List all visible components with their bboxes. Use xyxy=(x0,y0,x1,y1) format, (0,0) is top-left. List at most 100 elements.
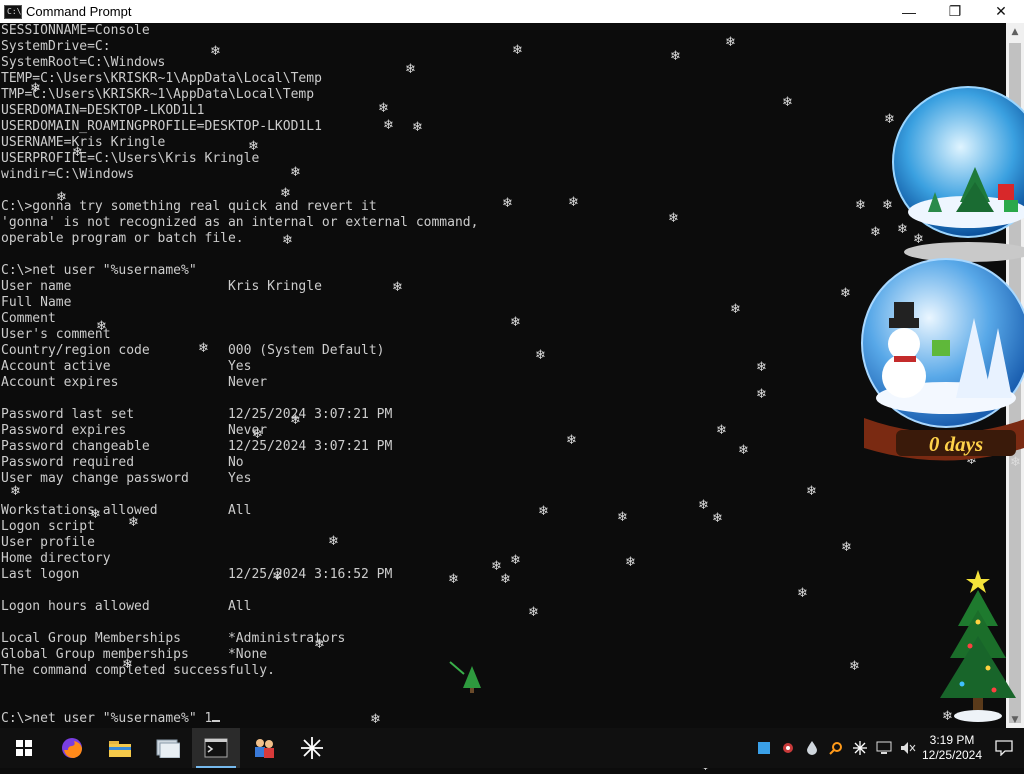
console-line: User name Kris Kringle xyxy=(1,279,322,294)
snowflake-icon: ❄ xyxy=(502,196,513,211)
snowflake-icon: ❄ xyxy=(566,433,577,448)
snowflake-icon: ❄ xyxy=(500,572,511,587)
windows-logo-icon xyxy=(16,740,32,756)
snowflake-icon: ❄ xyxy=(248,139,259,154)
console-line: Password required No xyxy=(1,455,244,470)
taskbar: 3:19 PM 12/25/2024 xyxy=(0,728,1024,768)
snowflake-icon: ❄ xyxy=(210,44,221,59)
window-title: Command Prompt xyxy=(26,4,132,19)
console-line: TEMP=C:\Users\KRISKR~1\AppData\Local\Tem… xyxy=(1,71,322,86)
snowflake-icon: ❄ xyxy=(510,315,521,330)
system-tray: 3:19 PM 12/25/2024 xyxy=(752,728,1024,768)
console-line: TMP=C:\Users\KRISKR~1\AppData\Local\Temp xyxy=(1,87,315,102)
snow-globe-snowman-icon: 0 days xyxy=(861,258,1024,461)
maximize-button[interactable]: ❐ xyxy=(932,0,978,23)
snowflake-icon: ❄ xyxy=(625,555,636,570)
console-line: Home directory xyxy=(1,551,111,566)
snowflake-icon: ❄ xyxy=(405,62,416,77)
drop-icon[interactable] xyxy=(800,728,824,768)
console-line: Last logon 12/25/2024 3:16:52 PM xyxy=(1,567,393,582)
clock-date: 12/25/2024 xyxy=(921,748,983,762)
snowflake-icon: ❄ xyxy=(96,319,107,334)
console-line: SESSIONNAME=Console xyxy=(1,23,150,38)
taskbar-app-window[interactable] xyxy=(144,728,192,768)
console-line: USERDOMAIN=DESKTOP-LKOD1L1 xyxy=(1,103,205,118)
snowflake-icon: ❄ xyxy=(806,484,817,499)
snowflake-icon: ❄ xyxy=(782,95,793,110)
minimize-button[interactable]: — xyxy=(886,0,932,23)
search-orange-icon[interactable] xyxy=(824,728,848,768)
gear-snow-icon[interactable] xyxy=(776,728,800,768)
tree-cursor-icon xyxy=(449,661,481,693)
snowflake-icon: ❄ xyxy=(370,712,381,727)
folder-icon xyxy=(109,741,131,757)
snowflake-icon: ❄ xyxy=(528,605,539,620)
snowflake-tray-icon[interactable] xyxy=(848,728,872,768)
console-line: C:\>net user "%username%" xyxy=(1,263,197,278)
snowflake-icon: ❄ xyxy=(328,534,339,549)
taskbar-command-prompt[interactable] xyxy=(192,728,240,768)
notification-icon xyxy=(995,740,1013,756)
snowflake-icon: ❄ xyxy=(280,186,291,201)
snowflake-icon: ❄ xyxy=(272,569,283,584)
console-line: Local Group Memberships *Administrators xyxy=(1,631,346,646)
console-line: The command completed successfully. xyxy=(1,663,275,678)
network-icon[interactable] xyxy=(872,728,896,768)
snowflake-icon xyxy=(301,737,323,759)
snowflake-icon: ❄ xyxy=(870,225,881,240)
snowflake-icon: ❄ xyxy=(568,195,579,210)
snowflake-icon: ❄ xyxy=(712,511,723,526)
taskbar-clock[interactable]: 3:19 PM 12/25/2024 xyxy=(920,728,984,768)
console-line: operable program or batch file. xyxy=(1,231,244,246)
snowflake-icon: ❄ xyxy=(198,341,209,356)
console-line: USERDOMAIN_ROAMINGPROFILE=DESKTOP-LKOD1L… xyxy=(1,119,322,134)
window-title-bar[interactable]: C:\ Command Prompt — ❐ ✕ xyxy=(0,0,1024,23)
snowflake-icon: ❄ xyxy=(535,348,546,363)
snowflake-icon: ❄ xyxy=(512,43,523,58)
christmas-tree-icon xyxy=(940,570,1016,722)
console-line: Password changeable 12/25/2024 3:07:21 P… xyxy=(1,439,393,454)
console-line: User profile xyxy=(1,535,95,550)
console-line: Country/region code 000 (System Default) xyxy=(1,343,385,358)
snowflake-icon: ❄ xyxy=(412,120,423,135)
volume-muted-icon[interactable] xyxy=(896,728,920,768)
snowflake-icon: ❄ xyxy=(56,190,67,205)
snowflake-icon: ❄ xyxy=(252,427,263,442)
start-button[interactable] xyxy=(0,728,48,768)
snowflake-icon: ❄ xyxy=(797,586,808,601)
snowflake-icon: ❄ xyxy=(378,101,389,116)
snowflake-icon: ❄ xyxy=(756,387,767,402)
console-line: SystemDrive=C: xyxy=(1,39,111,54)
taskbar-file-explorer[interactable] xyxy=(96,728,144,768)
snow-globe-tree-icon xyxy=(892,86,1024,262)
taskbar-snowflake-app[interactable] xyxy=(288,728,336,768)
console-prompt-line[interactable]: C:\>net user "%username%" 1 xyxy=(0,711,1006,727)
square-app-icon[interactable] xyxy=(752,728,776,768)
clock-time: 3:19 PM xyxy=(929,733,975,747)
prompt-text: C:\>net user "%username%" 1 xyxy=(1,711,213,726)
window-app-icon xyxy=(156,739,180,758)
taskbar-firefox[interactable] xyxy=(48,728,96,768)
snowflake-icon: ❄ xyxy=(756,360,767,375)
snowflake-icon: ❄ xyxy=(730,302,741,317)
console-line: Logon script xyxy=(1,519,95,534)
snowflake-icon: ❄ xyxy=(10,484,21,499)
snowflake-icon: ❄ xyxy=(122,657,133,672)
console-line: Workstations allowed All xyxy=(1,503,252,518)
console-line: Logon hours allowed All xyxy=(1,599,252,614)
console-line: 'gonna' is not recognized as an internal… xyxy=(1,215,479,230)
snowflake-icon: ❄ xyxy=(849,659,860,674)
snowflake-icon: ❄ xyxy=(698,498,709,513)
close-button[interactable]: ✕ xyxy=(978,0,1024,23)
snowflake-icon: ❄ xyxy=(282,233,293,248)
snowflake-icon: ❄ xyxy=(448,572,459,587)
taskbar-people-app[interactable] xyxy=(240,728,288,768)
snowflake-icon: ❄ xyxy=(617,510,628,525)
console-line: Password last set 12/25/2024 3:07:21 PM xyxy=(1,407,393,422)
console-line: User's comment xyxy=(1,327,111,342)
snowflake-icon: ❄ xyxy=(670,49,681,64)
scroll-up-arrow-icon[interactable]: ▲ xyxy=(1006,23,1024,40)
snowflake-icon: ❄ xyxy=(855,198,866,213)
action-center-button[interactable] xyxy=(984,728,1024,768)
snowflake-icon: ❄ xyxy=(290,413,301,428)
